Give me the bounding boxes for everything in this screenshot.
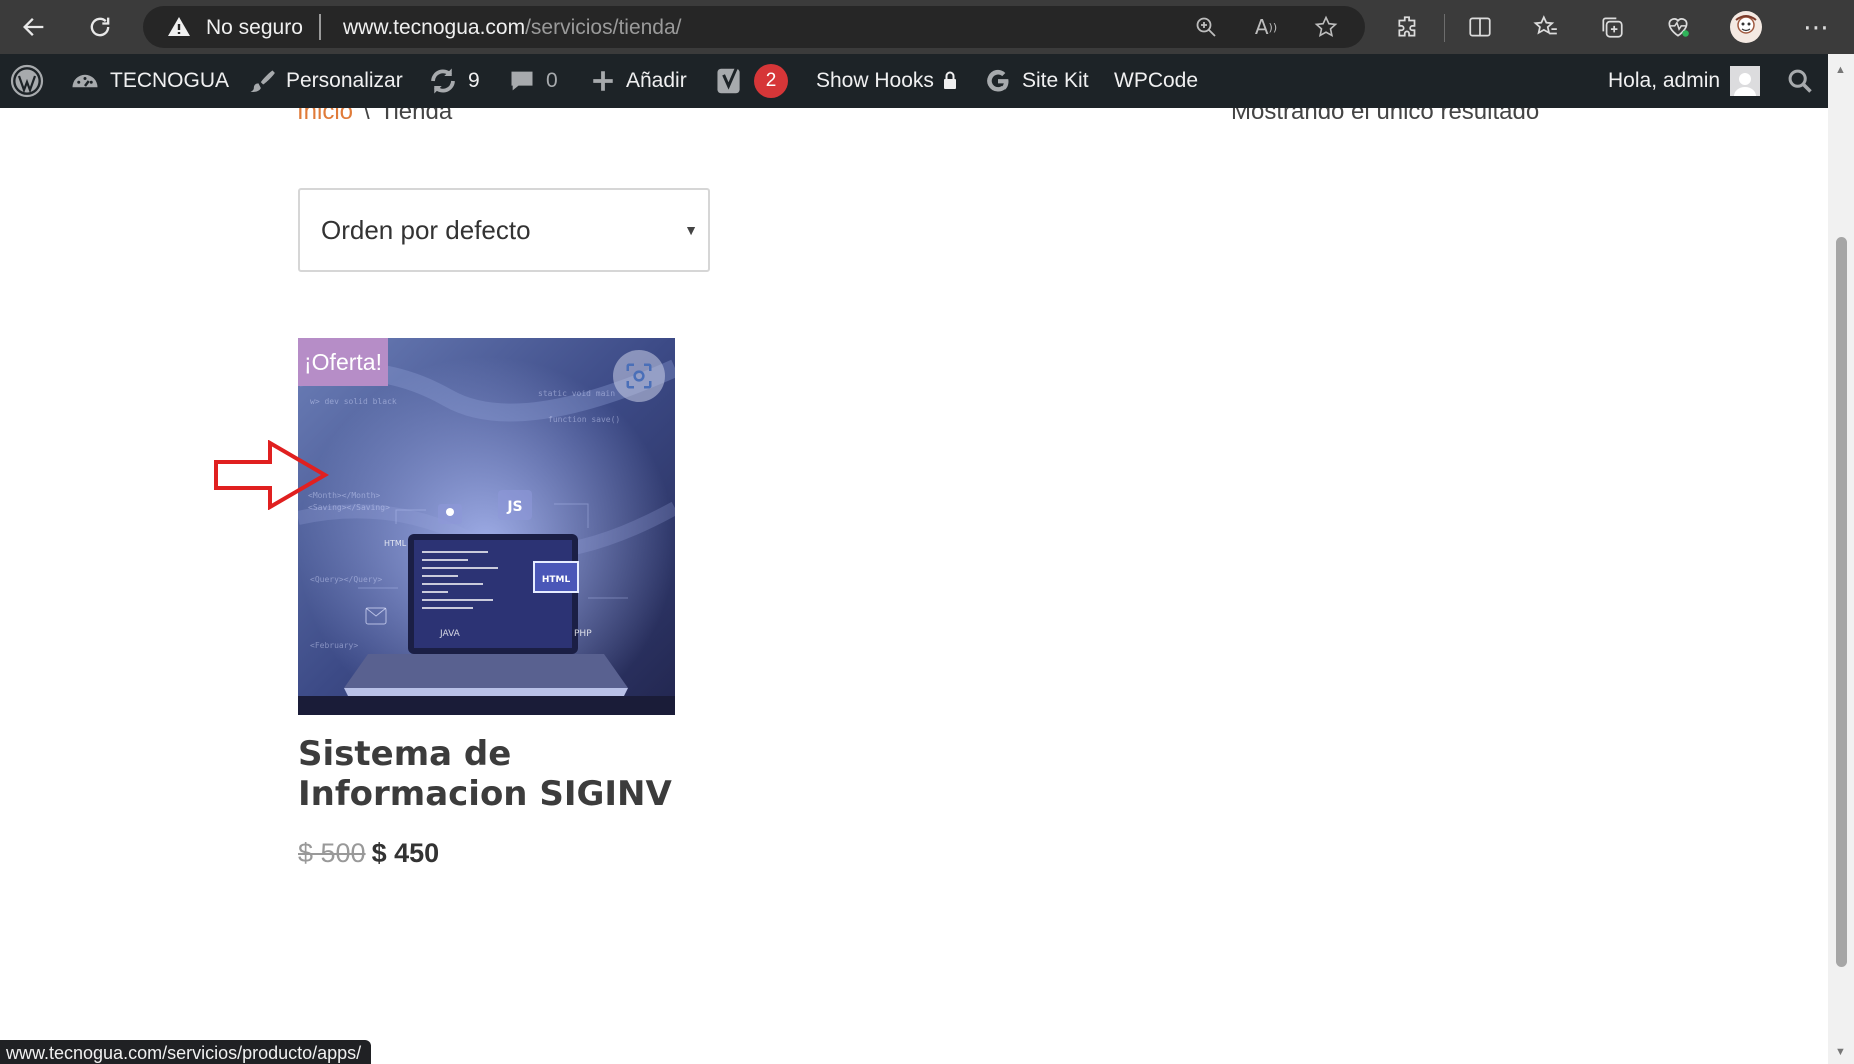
image-zoom-button[interactable] <box>613 350 665 402</box>
product-image: w> dev solid black static void main func… <box>298 338 675 715</box>
breadcrumb: Inicio \ Tienda <box>297 108 452 126</box>
orderby-select[interactable]: Orden por defecto ▼ <box>298 188 710 272</box>
scroll-thumb[interactable] <box>1836 237 1847 967</box>
my-account-menu[interactable]: Hola, admin <box>1608 54 1761 108</box>
dashboard-gauge-icon <box>70 66 100 96</box>
yoast-notification-badge: 2 <box>754 64 788 98</box>
greeting-label: Hola, admin <box>1608 69 1721 92</box>
wordpress-logo-icon <box>10 64 44 98</box>
security-label[interactable]: No seguro <box>206 16 303 40</box>
wp-logo-menu[interactable] <box>10 54 44 108</box>
avatar <box>1730 66 1761 96</box>
status-url-tooltip: www.tecnogua.com/servicios/producto/apps… <box>0 1040 372 1064</box>
annotation-arrow-right-icon <box>214 440 329 510</box>
product-title-link[interactable]: Sistema de Informacion SIGINV <box>298 734 698 814</box>
wp-admin-bar: TECNOGUA Personalizar 9 0 Añadir 2 Show … <box>0 54 1854 108</box>
product-price: $ 500 $ 450 <box>298 838 439 869</box>
reload-icon <box>90 17 110 37</box>
brush-icon <box>248 67 276 95</box>
svg-text:<Query></Query>: <Query></Query> <box>310 575 382 584</box>
lock-icon <box>943 71 956 89</box>
image-label-java: JAVA <box>439 629 461 639</box>
toolbar-divider <box>1444 14 1445 42</box>
caret-down-icon: ▼ <box>684 222 698 238</box>
site-name-menu[interactable]: TECNOGUA <box>70 54 229 108</box>
image-label-php: PHP <box>574 629 592 639</box>
search-icon <box>1788 69 1812 93</box>
product-image-link[interactable]: w> dev solid black static void main func… <box>298 338 675 715</box>
profile-avatar[interactable] <box>1728 9 1764 45</box>
site-kit-label: Site Kit <box>1022 69 1089 92</box>
back-button[interactable] <box>14 7 54 47</box>
customize-link[interactable]: Personalizar <box>248 54 403 108</box>
updates-count: 9 <box>468 69 480 92</box>
browser-toolbar: No seguro www.tecnogua.com/servicios/tie… <box>0 0 1854 54</box>
favorite-star-icon[interactable] <box>1311 12 1341 42</box>
collections-icon[interactable] <box>1594 9 1630 45</box>
comments-count: 0 <box>546 69 558 92</box>
customize-label: Personalizar <box>286 69 403 92</box>
product-card: w> dev solid black static void main func… <box>298 338 675 868</box>
orderby-selected-value: Orden por defecto <box>321 214 531 245</box>
show-hooks-link[interactable]: Show Hooks <box>816 54 958 108</box>
url-host: www.tecnogua.com <box>343 16 526 39</box>
url-divider <box>319 14 321 40</box>
shop-page: Inicio \ Tienda Mostrando el único resulta… <box>0 108 1828 1064</box>
refresh-icon <box>428 66 458 96</box>
add-new-menu[interactable]: Añadir <box>590 54 687 108</box>
breadcrumb-home-link[interactable]: Inicio <box>297 108 353 125</box>
arrow-left-icon <box>23 18 44 36</box>
updates-link[interactable]: 9 <box>428 54 480 108</box>
sale-badge: ¡Oferta! <box>298 338 388 386</box>
url-path: /servicios/tienda/ <box>525 16 682 39</box>
scroll-up-arrow-icon[interactable]: ▲ <box>1835 64 1846 76</box>
yoast-menu[interactable]: 2 <box>716 54 788 108</box>
split-screen-icon[interactable] <box>1462 9 1498 45</box>
wpcode-label: WPCode <box>1114 69 1199 92</box>
browser-essentials-icon[interactable] <box>1660 9 1696 45</box>
yoast-icon <box>716 65 746 97</box>
wpcode-link[interactable]: WPCode <box>1114 54 1198 108</box>
admin-search-button[interactable] <box>1786 54 1814 108</box>
show-hooks-label: Show Hooks <box>816 69 934 92</box>
extensions-icon[interactable] <box>1390 9 1426 45</box>
site-kit-link[interactable]: Site Kit <box>984 54 1089 108</box>
scroll-down-arrow-icon[interactable]: ▼ <box>1835 1046 1846 1058</box>
reload-button[interactable] <box>80 7 120 47</box>
price-sale: $ 450 <box>371 838 440 868</box>
image-label-js: JS <box>506 499 522 515</box>
page-scrollbar[interactable]: ▲ ▼ <box>1828 54 1854 1064</box>
more-menu-icon[interactable]: ⋯ <box>1798 9 1834 45</box>
image-label-html-small: HTML <box>384 539 407 548</box>
svg-text:w> dev solid black: w> dev solid black <box>310 397 397 406</box>
warning-triangle-icon <box>168 17 190 36</box>
favorites-list-icon[interactable] <box>1528 9 1564 45</box>
price-regular: $ 500 <box>298 838 366 868</box>
read-aloud-icon[interactable]: A)) <box>1251 12 1281 42</box>
zoom-in-icon[interactable] <box>1191 12 1221 42</box>
comment-icon <box>508 67 536 95</box>
zoom-focus-icon <box>626 363 652 389</box>
image-label-html: HTML <box>542 575 571 585</box>
svg-text:static void main: static void main <box>538 389 615 398</box>
breadcrumb-separator: \ <box>363 108 370 125</box>
comments-link[interactable]: 0 <box>508 54 558 108</box>
add-new-label: Añadir <box>626 69 687 92</box>
site-name: TECNOGUA <box>110 69 230 92</box>
svg-text:function save(): function save() <box>548 415 620 424</box>
svg-text:<February>: <February> <box>310 641 358 650</box>
address-bar[interactable]: No seguro www.tecnogua.com/servicios/tie… <box>143 6 1365 48</box>
plus-icon <box>590 68 616 94</box>
url-text[interactable]: www.tecnogua.com/servicios/tienda/ <box>343 16 682 40</box>
google-g-icon <box>984 67 1012 95</box>
result-count: Mostrando el único resultado <box>1231 108 1540 125</box>
breadcrumb-current: Tienda <box>379 108 453 125</box>
